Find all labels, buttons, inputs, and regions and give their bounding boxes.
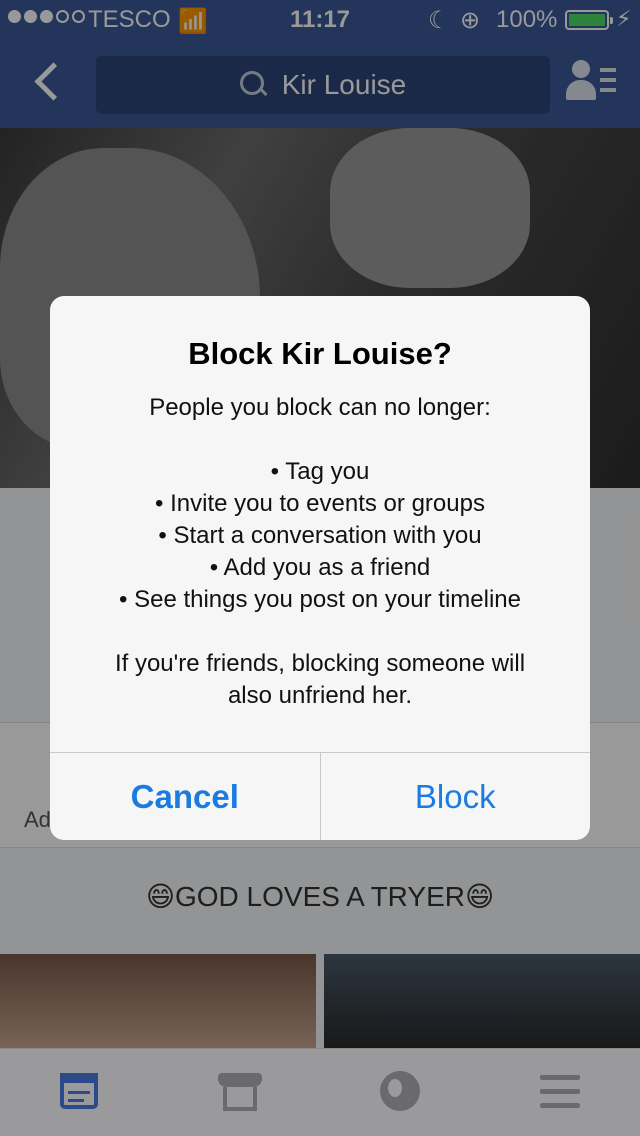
dialog-footer-line: also unfriend her.: [227, 682, 413, 709]
list-item: • Start a conversation with you: [158, 522, 482, 549]
dialog-footer-line: If you're friends, blocking someone will: [114, 650, 526, 677]
list-item: • Add you as a friend: [209, 554, 431, 581]
dialog-intro: People you block can no longer:: [149, 394, 491, 421]
tab-bar: [0, 1048, 640, 1136]
block-confirmation-dialog: Block Kir Louise? People you block can n…: [50, 296, 590, 840]
marketplace-icon[interactable]: [216, 1069, 264, 1117]
globe-icon[interactable]: [376, 1069, 424, 1117]
dialog-title: Block Kir Louise?: [188, 336, 452, 371]
more-menu-icon[interactable]: [536, 1069, 584, 1117]
list-item: • Invite you to events or groups: [155, 490, 485, 517]
list-item: • See things you post on your timeline: [119, 586, 521, 613]
news-feed-icon[interactable]: [56, 1069, 104, 1117]
cancel-button[interactable]: Cancel: [50, 753, 321, 840]
screen: TESCO 📶 11:17 ☾ ⊕ 100% ⚡ Kir Louise Ad �: [0, 0, 640, 1136]
block-button[interactable]: Block: [321, 753, 591, 840]
dialog-message: People you block can no longer: • Tag yo…: [70, 392, 570, 712]
dialog-buttons: Cancel Block: [50, 752, 590, 840]
list-item: • Tag you: [270, 458, 370, 485]
